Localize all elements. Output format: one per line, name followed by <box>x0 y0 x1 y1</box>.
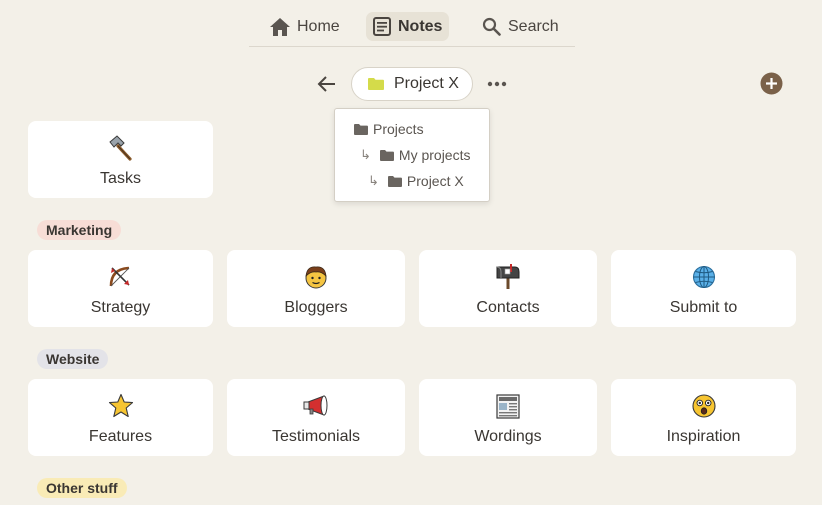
section-tag-marketing: Marketing <box>37 220 122 240</box>
nav-notes[interactable]: Notes <box>366 12 450 41</box>
home-icon <box>270 17 290 36</box>
folder-icon <box>379 149 394 161</box>
note-card-label: Submit to <box>669 299 738 316</box>
notes-icon <box>373 17 391 36</box>
notes-app: Home Notes Search Project X Projects ↳ M… <box>0 0 822 505</box>
folder-path-dropdown: Projects ↳ My projects ↳ Project X <box>334 108 490 202</box>
note-card-bloggers[interactable]: Bloggers <box>227 250 405 327</box>
megaphone-icon <box>302 393 330 419</box>
dropdown-item-label: My projects <box>398 147 471 163</box>
globe-icon <box>691 264 717 290</box>
note-card-features[interactable]: Features <box>28 379 213 456</box>
note-card-label: Tasks <box>100 170 141 187</box>
note-card-tasks[interactable]: Tasks <box>28 121 213 198</box>
astonished-face-icon <box>691 393 717 419</box>
section-tag-website: Website <box>37 349 109 369</box>
folder-icon <box>387 175 402 187</box>
note-card-label: Bloggers <box>284 299 348 316</box>
note-card-label: Testimonials <box>271 428 361 445</box>
dropdown-item-projects[interactable]: Projects <box>354 120 424 138</box>
back-arrow-icon[interactable] <box>316 73 338 95</box>
nav-home-label: Home <box>297 17 340 35</box>
note-card-label: Wordings <box>474 428 542 445</box>
nav-notes-label: Notes <box>398 17 443 35</box>
mailbox-icon <box>494 264 522 290</box>
search-icon <box>482 17 501 36</box>
note-card-submit-to[interactable]: Submit to <box>611 250 796 327</box>
subfolder-arrow-icon: ↳ <box>368 173 379 188</box>
note-card-label: Inspiration <box>666 428 741 445</box>
person-face-icon <box>303 264 329 290</box>
note-card-label: Features <box>88 428 153 445</box>
bow-and-arrow-icon <box>107 264 135 290</box>
note-card-strategy[interactable]: Strategy <box>28 250 213 327</box>
section-tag-other-stuff: Other stuff <box>37 478 127 498</box>
current-folder-label: Project X <box>394 75 459 92</box>
subfolder-arrow-icon: ↳ <box>360 147 371 162</box>
dropdown-item-label: Projects <box>373 121 424 137</box>
dropdown-item-my-projects[interactable]: ↳ My projects <box>360 146 470 164</box>
note-card-inspiration[interactable]: Inspiration <box>611 379 796 456</box>
nav-search[interactable]: Search <box>475 12 566 41</box>
add-note-button[interactable] <box>760 72 783 95</box>
note-card-contacts[interactable]: Contacts <box>419 250 597 327</box>
star-icon <box>108 393 134 419</box>
top-navigation: Home Notes Search <box>249 10 575 47</box>
hammer-icon <box>107 135 135 161</box>
more-options-icon[interactable] <box>487 80 507 88</box>
folder-icon <box>354 123 368 135</box>
note-card-testimonials[interactable]: Testimonials <box>227 379 405 456</box>
note-card-label: Strategy <box>90 299 151 316</box>
nav-search-label: Search <box>508 17 559 35</box>
nav-home[interactable]: Home <box>263 12 347 41</box>
dropdown-item-label: Project X <box>406 173 464 189</box>
note-card-wordings[interactable]: Wordings <box>419 379 597 456</box>
dropdown-item-project-x[interactable]: ↳ Project X <box>368 172 464 190</box>
folder-icon <box>368 78 384 90</box>
current-folder-button[interactable]: Project X <box>351 67 473 101</box>
note-card-label: Contacts <box>476 299 540 316</box>
newspaper-icon <box>495 393 521 419</box>
